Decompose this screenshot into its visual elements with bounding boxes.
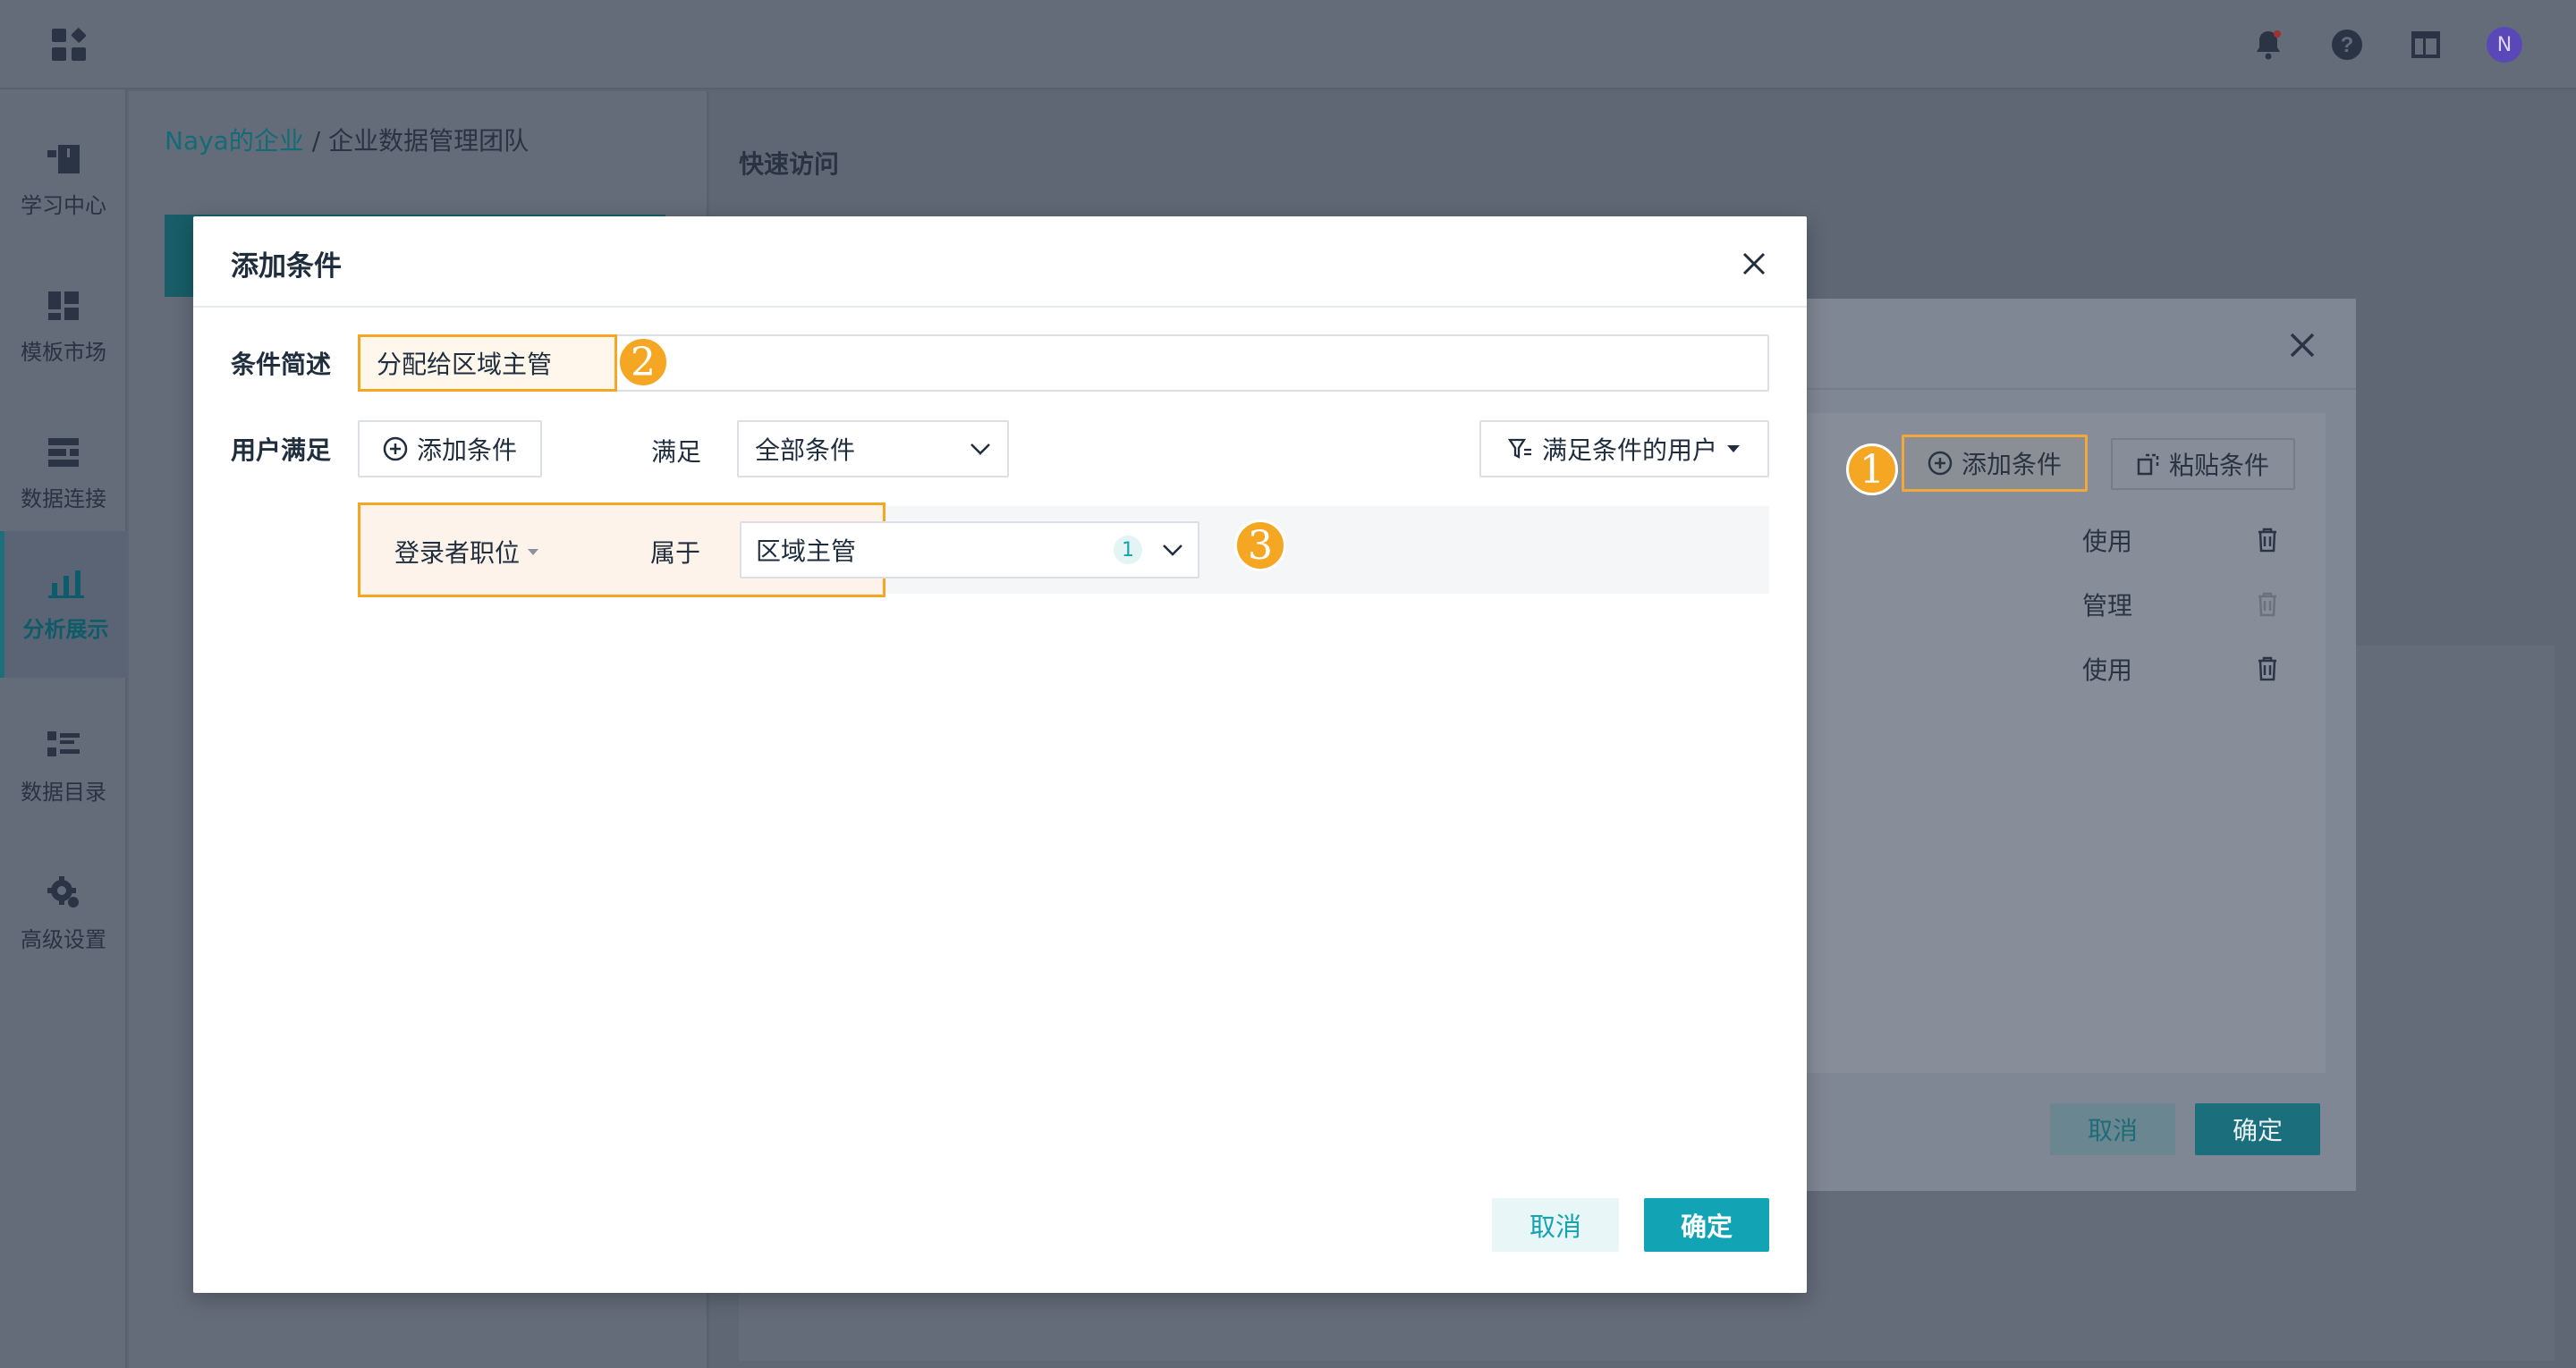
trash-icon[interactable]	[2256, 655, 2279, 682]
match-select[interactable]: 全部条件	[737, 420, 1009, 477]
gear-icon	[47, 875, 79, 908]
plus-circle-icon	[383, 436, 408, 461]
trash-icon[interactable]	[2256, 527, 2279, 553]
template-icon	[48, 291, 79, 320]
avatar[interactable]: N	[2487, 27, 2522, 63]
matching-users-button[interactable]: 满足条件的用户	[1479, 420, 1769, 477]
selected-count-badge: 1	[1114, 536, 1142, 564]
divider	[1751, 388, 2356, 390]
top-bar: ? N	[0, 0, 2576, 89]
caret-down-icon	[1727, 445, 1740, 452]
value-select[interactable]: 区域主管 1	[740, 521, 1199, 578]
add-condition-button[interactable]: 添加条件	[1902, 435, 2088, 492]
breadcrumb-org-link[interactable]: Naya的企业	[165, 126, 304, 156]
nav-item-catalog[interactable]: 数据目录	[0, 694, 127, 840]
book-icon	[47, 144, 80, 173]
help-icon[interactable]: ?	[2329, 27, 2365, 63]
bell-icon[interactable]	[2250, 27, 2286, 63]
breadcrumb-team: 企业数据管理团队	[328, 126, 530, 156]
step-badge-2: 2	[617, 336, 669, 388]
close-icon[interactable]	[1739, 249, 1769, 279]
caret-down-icon	[528, 548, 539, 555]
nav-item-connections[interactable]: 数据连接	[0, 401, 127, 547]
step-badge-1: 1	[1846, 443, 1898, 495]
connection-icon	[48, 437, 79, 467]
svg-text:?: ?	[2341, 33, 2354, 57]
permission-dialog: 添加条件 粘贴条件 使用 管理 使用 取消 确定	[1751, 299, 2356, 1191]
plus-circle-icon	[1928, 451, 1953, 476]
confirm-button[interactable]: 确定	[2195, 1103, 2320, 1155]
operator-label: 属于	[650, 538, 701, 568]
match-label: 满足	[651, 437, 702, 467]
cancel-button[interactable]: 取消	[2050, 1103, 2175, 1155]
field-select[interactable]: 登录者职位	[394, 534, 539, 570]
catalog-icon	[47, 730, 80, 756]
breadcrumb: Naya的企业 / 企业数据管理团队	[165, 126, 530, 156]
nav-item-analysis[interactable]: 分析展示	[0, 531, 127, 678]
condition-row: 登录者职位 属于 区域主管 1	[358, 502, 1199, 597]
desc-label: 条件简述	[231, 350, 332, 379]
quick-access-title: 快速访问	[739, 149, 840, 179]
paste-icon	[2137, 453, 2159, 476]
description-value[interactable]: 分配给区域主管	[358, 334, 617, 392]
paste-condition-button[interactable]: 粘贴条件	[2111, 438, 2295, 490]
add-condition-dialog: 添加条件 条件简述 分配给区域主管 用户满足 添加条件 满足 全部条件 满足条件…	[193, 216, 1807, 1293]
filter-icon	[1507, 438, 1531, 459]
chevron-down-icon	[970, 443, 990, 455]
permission-row: 管理	[2082, 587, 2279, 622]
close-icon[interactable]	[2284, 327, 2320, 363]
left-nav: 学习中心 模板市场 数据连接 分析展示 数据目录 高级设置	[0, 89, 127, 1368]
dialog-title: 添加条件	[231, 250, 342, 283]
trash-icon[interactable]	[2256, 591, 2279, 618]
permission-row: 使用	[2082, 651, 2279, 687]
chevron-down-icon	[1163, 545, 1182, 556]
analysis-icon	[47, 570, 84, 598]
nav-item-settings[interactable]: 高级设置	[0, 840, 127, 987]
nav-item-templates[interactable]: 模板市场	[0, 254, 127, 401]
divider	[193, 306, 1807, 308]
cancel-button[interactable]: 取消	[1492, 1198, 1619, 1252]
users-label: 用户满足	[231, 435, 332, 465]
add-condition-button[interactable]: 添加条件	[358, 420, 542, 477]
step-badge-3: 3	[1234, 519, 1286, 571]
nav-item-learning[interactable]: 学习中心	[0, 107, 127, 254]
app-grid-icon[interactable]	[52, 27, 87, 61]
permission-list	[1787, 413, 2326, 1073]
permission-row: 使用	[2082, 522, 2279, 558]
layout-icon[interactable]	[2408, 27, 2444, 63]
confirm-button[interactable]: 确定	[1644, 1198, 1769, 1252]
